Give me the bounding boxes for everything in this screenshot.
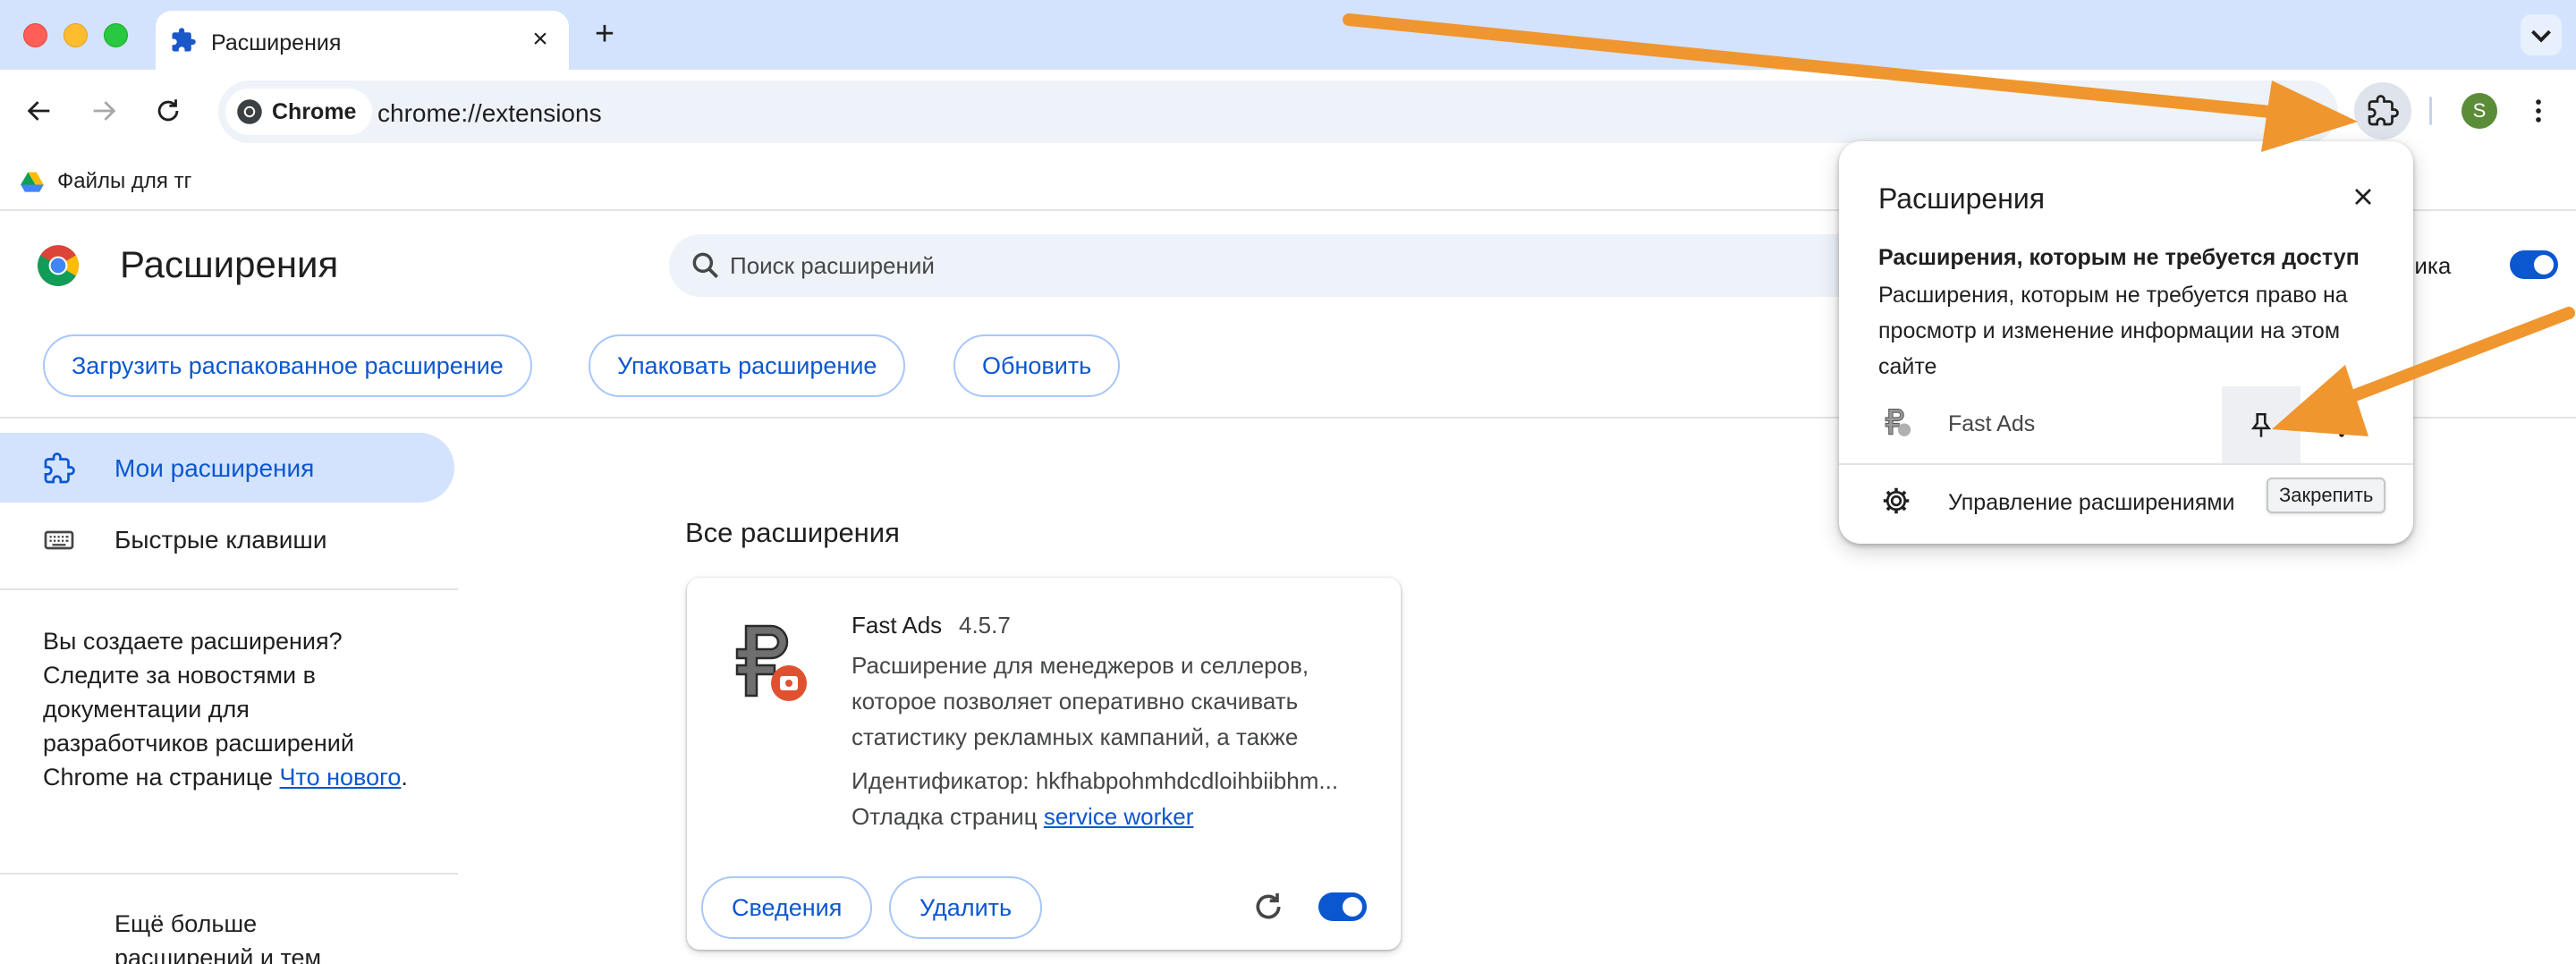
search-input[interactable]: Поиск расширений <box>669 234 1885 297</box>
browser-menu-button[interactable] <box>2522 91 2555 131</box>
sidebar-divider <box>0 873 458 875</box>
extension-more-button[interactable] <box>2324 402 2360 449</box>
section-title: Все расширения <box>685 517 900 548</box>
forward-button[interactable] <box>82 89 125 132</box>
close-icon <box>2355 189 2371 205</box>
chrome-logo-icon <box>38 245 79 286</box>
tab-title: Расширения <box>211 30 342 55</box>
tab-search-button[interactable] <box>2521 14 2562 55</box>
sidebar-item-shortcuts[interactable]: Быстрые клавиши <box>0 504 454 574</box>
tab-extensions[interactable]: Расширения × <box>156 11 569 70</box>
more-vertical-icon <box>2536 99 2541 123</box>
reload-icon <box>157 99 179 122</box>
popup-description: Расширения, которым не требуется право н… <box>1878 283 2348 379</box>
extension-id: Идентификатор: hkfhabpohmhdcdloihbiibhm.… <box>852 767 1339 794</box>
site-info-chip[interactable]: Chrome <box>225 89 373 135</box>
popup-subheading: Расширения, которым не требуется доступ <box>1878 245 2360 270</box>
sidebar-item-label: Мои расширения <box>114 454 315 482</box>
manage-extensions-link[interactable]: Управление расширениями <box>1948 490 2235 516</box>
more-vertical-icon <box>2339 414 2344 437</box>
site-chip-label: Chrome <box>272 98 357 124</box>
browser-toolbar: Chrome chrome://extensions S <box>0 70 2576 152</box>
update-button[interactable]: Обновить <box>953 334 1121 397</box>
pin-extension-button[interactable] <box>2222 386 2301 465</box>
page-title: Расширения <box>120 243 339 285</box>
chevron-down-icon <box>2531 30 2551 43</box>
load-unpacked-button[interactable]: Загрузить распакованное расширение <box>43 334 532 397</box>
pin-tooltip: Закрепить <box>2267 478 2386 513</box>
profile-avatar[interactable]: S <box>2462 93 2497 129</box>
tab-strip: Расширения × + <box>0 0 2576 70</box>
pack-extension-button[interactable]: Упаковать расширение <box>589 334 906 397</box>
extension-logo-icon <box>1885 409 1911 436</box>
toolbar-separator <box>2429 97 2432 125</box>
inspect-views-label: Отладка страниц <box>852 803 1044 830</box>
extension-logo-icon <box>735 624 807 701</box>
extension-enable-toggle[interactable] <box>1318 892 1367 921</box>
minimize-window-button[interactable] <box>64 23 88 47</box>
reload-icon[interactable] <box>1250 889 1286 925</box>
address-bar[interactable]: Chrome chrome://extensions <box>218 80 2338 143</box>
popup-extension-name[interactable]: Fast Ads <box>1948 411 2035 437</box>
puzzle-icon <box>2368 95 2399 126</box>
service-worker-link[interactable]: service worker <box>1044 803 1194 830</box>
remove-button[interactable]: Удалить <box>889 876 1043 939</box>
popup-divider <box>1839 463 2413 465</box>
arrow-right-icon <box>93 101 116 121</box>
sidebar-item-label: Быстрые клавиши <box>114 526 327 554</box>
extension-card: Fast Ads 4.5.7 Расширение для менеджеров… <box>687 578 1401 950</box>
popup-close-button[interactable] <box>2343 177 2383 216</box>
new-tab-button[interactable]: + <box>587 16 623 52</box>
pin-icon <box>2250 412 2272 437</box>
keyboard-icon <box>44 530 74 550</box>
gear-icon <box>1883 487 1910 514</box>
developer-mode-toggle[interactable] <box>2510 250 2558 279</box>
extension-name: Fast Ads <box>852 612 943 638</box>
developer-promo: Вы создаете расширения? Следите за новос… <box>43 624 419 794</box>
extension-description: Расширение для менеджеров и селлеров, ко… <box>852 652 1309 750</box>
reload-button[interactable] <box>147 89 190 132</box>
search-icon <box>692 252 719 279</box>
arrow-left-icon <box>27 101 50 121</box>
developer-promo-suffix: . <box>401 764 408 791</box>
puzzle-icon <box>44 452 75 484</box>
bookmark-label: Файлы для тг <box>57 169 192 193</box>
bookmark-item[interactable]: Файлы для тг <box>20 163 191 200</box>
chrome-logo-icon <box>237 99 262 124</box>
url-text[interactable]: chrome://extensions <box>377 99 602 128</box>
sidebar-divider <box>0 588 458 590</box>
back-button[interactable] <box>18 89 61 132</box>
search-placeholder: Поиск расширений <box>730 252 935 279</box>
extension-version: 4.5.7 <box>959 612 1011 638</box>
maximize-window-button[interactable] <box>104 23 128 47</box>
inspect-views: Отладка страниц service worker <box>852 803 1193 831</box>
puzzle-icon <box>172 28 196 52</box>
sidebar-item-my-extensions[interactable]: Мои расширения <box>0 433 454 503</box>
details-button[interactable]: Сведения <box>701 876 873 939</box>
close-window-button[interactable] <box>23 23 47 47</box>
tab-close-icon[interactable]: × <box>524 23 556 55</box>
webstore-promo-link[interactable]: Ещё больше расширений и тем <box>114 907 383 964</box>
extensions-menu-button[interactable] <box>2354 82 2411 140</box>
google-drive-icon <box>21 172 44 192</box>
popup-title: Расширения <box>1878 182 2046 215</box>
whats-new-link[interactable]: Что нового <box>280 764 402 791</box>
